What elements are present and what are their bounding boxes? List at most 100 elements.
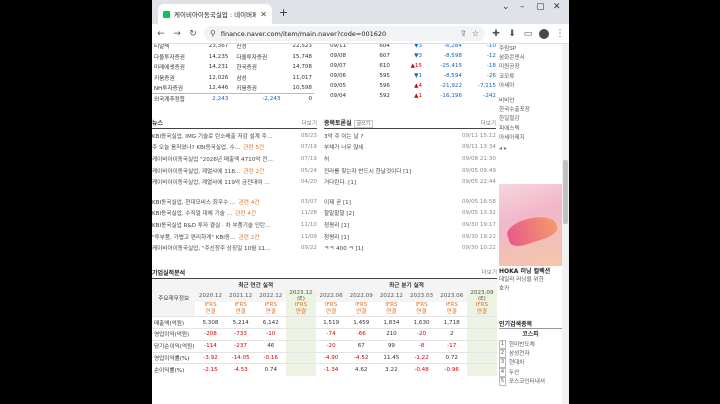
popular-stock-name[interactable]: 한미반도체 [509, 340, 535, 349]
related-stock[interactable]: 한국수출포장 [499, 105, 562, 114]
popular-stock-name[interactable]: 포스코인터내셔 [509, 377, 545, 386]
news-more-link[interactable]: 더보기 [302, 119, 317, 127]
news-item[interactable]: 케이비아이동국실업, 계열사에 118… 관련 2건 05/24 [152, 165, 317, 177]
board-post-title[interactable]: 거다린다. [1] [324, 178, 356, 186]
maximize-icon[interactable]: ▢ [536, 2, 545, 12]
board-post[interactable]: 청평리 [1] 09/30 19:22 [324, 231, 496, 243]
board-post[interactable]: 전라를 찾는자 반드시 한날것이다 [1] 09/05 09:49 [324, 165, 496, 177]
new-tab-icon[interactable]: + [279, 6, 288, 19]
board-post-title[interactable]: 할말할말 [2] [324, 209, 354, 217]
board-post-title[interactable]: 부채가 너무 많네 [324, 143, 364, 151]
news-item[interactable]: "투부품, 가볍고 편리하게" KBI동… 관련 2건 11/09 [152, 231, 317, 243]
menu-icon[interactable]: ⋮ [555, 29, 565, 39]
site-info-icon[interactable]: ⚲ [210, 29, 216, 38]
related-stock[interactable]: 아세아제지 [499, 133, 562, 142]
broker-sell-name[interactable]: 미래에셋증권 [152, 62, 199, 73]
finance-more-link[interactable]: 더보기 [482, 268, 497, 276]
related-stock[interactable]: 주림SP [499, 44, 562, 53]
board-post[interactable]: 허 09/08 21:30 [324, 153, 496, 165]
related-stock[interactable]: 한일철강 [499, 114, 562, 123]
board-post[interactable]: 할말할말 [2] 09/05 13:32 [324, 208, 496, 220]
close-window-icon[interactable]: ✕ [553, 2, 561, 12]
scrollbar-thumb[interactable] [563, 160, 568, 224]
news-headline[interactable]: KBI동국실업 R&D 투자 결실 · 차 부품기술 인탄… [152, 223, 271, 229]
board-post-title[interactable]: 청평리 [1] [324, 233, 349, 241]
popular-stock[interactable]: 2 삼성전자 [499, 349, 562, 359]
news-headline[interactable]: 주 오늘 움직였나? KBI동국실업, 수… [152, 145, 240, 151]
popular-stock-name[interactable]: 두산 [509, 368, 519, 377]
broker-buy-name[interactable]: 신정 [230, 44, 282, 52]
related-stock[interactable]: 비비안 [499, 96, 562, 105]
news-headline[interactable]: 케이비아이동국실업 "2026년 매출액 4710억 전… [152, 157, 273, 163]
url-text[interactable]: finance.naver.com/item/main.naver?code=0… [221, 30, 455, 38]
news-item[interactable]: 케이비아이동국실업, "주선정주 상장일 10월 11… 09/22 [152, 242, 317, 254]
bookmark-star-icon[interactable]: ☆ [472, 29, 479, 38]
news-headline[interactable]: KBI동국실업, 현대모비스 최우수 … [152, 200, 236, 206]
popular-stock[interactable]: 3 현대차 [499, 358, 562, 368]
share-icon[interactable]: ⇪ [460, 29, 467, 38]
board-post-title[interactable]: 이제 곧 [1] [324, 198, 351, 206]
news-item[interactable]: 케이비아이동국실업 "2026년 매출액 4710억 전… 07/19 [152, 153, 317, 165]
related-stock[interactable]: 미원공장 [499, 62, 562, 71]
broker-buy-name[interactable]: 한국증권 [230, 62, 282, 73]
news-headline[interactable]: 케이비아이동국실업, 계열사에 119억 금전대여 … [152, 180, 270, 186]
broker-sell-name[interactable]: NH투자증권 [152, 83, 199, 94]
profile-avatar[interactable] [539, 28, 549, 39]
news-related-count[interactable]: 관련 4건 [239, 200, 260, 206]
forward-icon[interactable]: → [172, 29, 182, 39]
news-related-count[interactable]: 관련 2건 [244, 169, 265, 175]
news-related-count[interactable]: 관련 5건 [243, 145, 264, 151]
news-item[interactable]: 케이비아이동국실업, 계열사에 119억 금전대여 … 04/20 [152, 176, 317, 188]
related-stock[interactable]: 삼화콘덴서 [499, 53, 562, 62]
advertisement-banner[interactable] [499, 184, 562, 266]
board-post[interactable]: 부채가 너무 많네 09/11 13:34 [324, 142, 496, 154]
pager-arrows[interactable]: ◂ ▸ [499, 145, 562, 152]
news-headline[interactable]: KBI동국실업, 수직얼 대체 기술 … [152, 211, 232, 217]
broker-sell-name[interactable]: 다올투자증권 [152, 52, 199, 63]
popular-stock[interactable]: 1 한미반도체 [499, 340, 562, 350]
news-headline[interactable]: KBI동국실업, IMG 기술로 탄소배출 저감 설계 주… [152, 134, 272, 140]
board-post-title[interactable]: 3억 주 이는 날 ? [324, 132, 363, 140]
browser-tab[interactable]: 케이비아이동국실업 : 네이버페이 ✕ [158, 4, 272, 24]
broker-buy-name[interactable]: 키움증권 [230, 83, 282, 94]
board-post[interactable]: 청평리 [1] 09/30 19:17 [324, 219, 496, 231]
news-related-count[interactable]: 관련 4건 [235, 211, 256, 217]
news-headline[interactable]: 케이비아이동국실업, "주선정주 상장일 10월 11… [152, 246, 271, 252]
news-related-count[interactable]: 관련 2건 [239, 235, 260, 241]
board-post[interactable]: 이제 곧 [1] 09/05 16:58 [324, 196, 496, 208]
write-post-button[interactable]: 글쓰기 [353, 120, 374, 128]
board-post[interactable]: ㅋㅋ 400 ㅋ [1] 09/30 10:22 [324, 242, 496, 254]
reload-icon[interactable]: ↻ [188, 29, 198, 39]
news-item[interactable]: 주 오늘 움직였나? KBI동국실업, 수… 관련 5건 07/19 [152, 142, 317, 154]
side-panel-icon[interactable]: ▭ [523, 29, 533, 39]
news-headline[interactable]: 케이비아이동국실업, 계열사에 118… [152, 169, 241, 175]
news-headline[interactable]: "투부품, 가볍고 편리하게" KBI동… [152, 235, 236, 241]
board-post-title[interactable]: 청평리 [1] [324, 221, 349, 229]
board-post-title[interactable]: ㅋㅋ 400 ㅋ [1] [324, 244, 363, 252]
news-item[interactable]: KBI동국실업 R&D 투자 결실 · 차 부품기술 인탄… 11/10 [152, 219, 317, 231]
minimize-icon[interactable]: – [520, 2, 525, 12]
board-more-link[interactable]: 더보기 [481, 119, 496, 127]
vertical-scrollbar[interactable] [562, 44, 569, 404]
news-item[interactable]: KBI동국실업, 수직얼 대체 기술 … 관련 4건 11/28 [152, 208, 317, 220]
tab-search-icon[interactable]: ⌄ [502, 2, 510, 12]
popular-stock-name[interactable]: 현대차 [509, 358, 524, 367]
popular-stock-name[interactable]: 삼성전자 [509, 349, 530, 358]
board-post-title[interactable]: 허 [324, 155, 329, 163]
back-icon[interactable]: ← [156, 29, 166, 39]
popular-stock[interactable]: 4 두산 [499, 367, 562, 377]
board-post-title[interactable]: 전라를 찾는자 반드시 한날것이다 [1] [324, 167, 411, 175]
broker-sell-name[interactable]: 티알텍 [152, 44, 199, 52]
board-post[interactable]: 3억 주 이는 날 ? 09/11 15:12 [324, 130, 496, 142]
news-item[interactable]: KBI동국실업, IMG 기술로 탄소배출 저감 설계 주… 08/23 [152, 130, 317, 142]
broker-sell-name[interactable]: 키움증권 [152, 73, 199, 84]
downloads-icon[interactable]: ⬇ [507, 29, 517, 39]
close-tab-icon[interactable]: ✕ [260, 10, 267, 19]
popular-stock[interactable]: 5 포스코인터내셔 [499, 376, 562, 386]
address-field[interactable]: ⚲ finance.naver.com/item/main.naver?code… [204, 26, 485, 41]
related-stock[interactable]: 피에스텍 [499, 124, 562, 133]
related-stock[interactable]: 아세아 [499, 81, 562, 90]
broker-buy-name[interactable]: 다올투자증권 [230, 52, 282, 63]
news-item[interactable]: KBI동국실업, 현대모비스 최우수 … 관련 4건 03/07 [152, 196, 317, 208]
related-stock[interactable]: 코모류 [499, 72, 562, 81]
